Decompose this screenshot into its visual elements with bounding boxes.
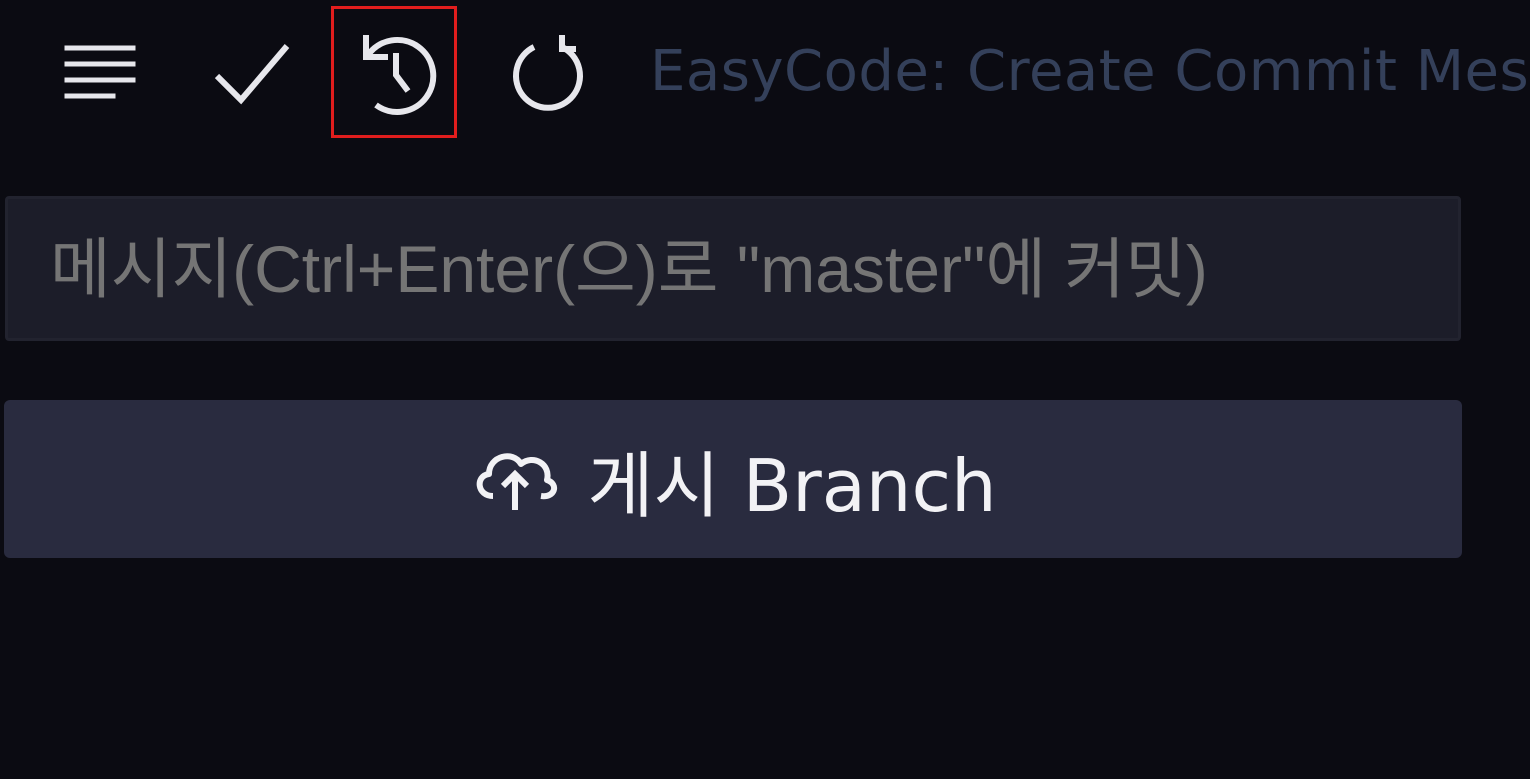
refresh-icon[interactable] (503, 32, 589, 114)
list-flat-icon[interactable] (56, 36, 142, 108)
history-undo-icon[interactable] (331, 6, 457, 138)
check-icon[interactable] (205, 34, 295, 110)
cloud-upload-icon (469, 446, 559, 512)
source-control-panel: EasyCode: Create Commit Mess 게시 Branch (0, 0, 1530, 779)
toolbar-title: EasyCode: Create Commit Mess (650, 39, 1530, 104)
commit-message-input[interactable] (5, 196, 1461, 341)
publish-branch-button[interactable]: 게시 Branch (4, 400, 1462, 558)
publish-button-label: 게시 Branch (587, 443, 997, 528)
